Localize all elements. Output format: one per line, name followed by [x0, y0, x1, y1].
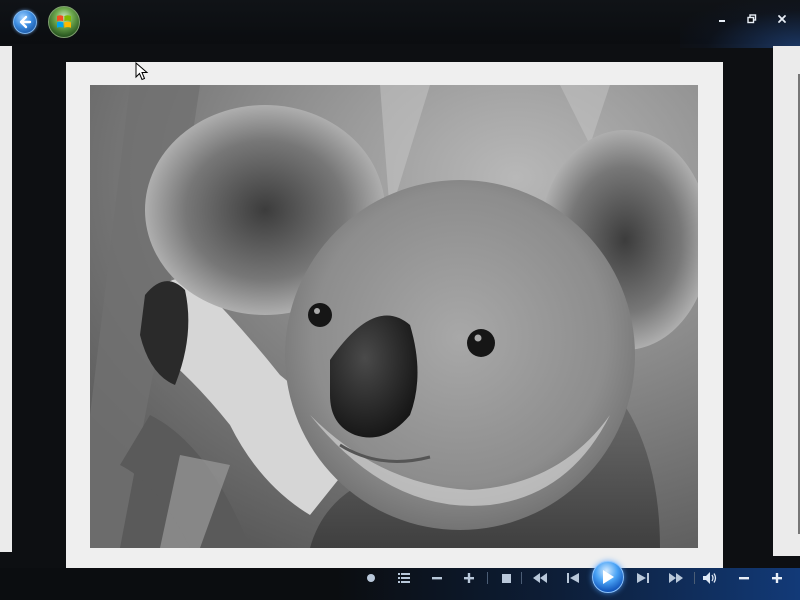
rewind-button[interactable] — [531, 568, 549, 588]
koala-image — [90, 85, 698, 548]
volume-down-icon — [739, 577, 749, 580]
restore-button[interactable] — [742, 10, 762, 28]
minimize-button[interactable] — [712, 10, 732, 28]
next-button[interactable] — [635, 568, 651, 588]
mouse-cursor-icon — [135, 62, 149, 81]
restore-icon — [747, 14, 757, 24]
volume-down-button[interactable] — [737, 568, 751, 588]
play-button[interactable] — [592, 561, 624, 593]
playback-control-bar — [0, 568, 800, 600]
previous-button[interactable] — [565, 568, 581, 588]
previous-slide-preview[interactable] — [0, 46, 12, 552]
play-icon — [603, 570, 614, 584]
back-button[interactable] — [13, 10, 37, 34]
previous-icon — [567, 573, 579, 583]
start-button[interactable] — [48, 6, 80, 38]
fast-forward-icon — [669, 573, 683, 583]
settings-button[interactable] — [396, 568, 412, 588]
separator — [521, 572, 522, 584]
minimize-icon — [719, 20, 725, 22]
slideshow-icon — [367, 574, 375, 582]
window-controls — [712, 10, 792, 28]
volume-icon — [703, 572, 717, 584]
rewind-icon — [533, 573, 547, 583]
photo-frame — [66, 62, 723, 570]
fast-forward-button[interactable] — [667, 568, 685, 588]
zoom-in-button[interactable] — [462, 568, 476, 588]
volume-up-button[interactable] — [770, 568, 784, 588]
koala-photo — [90, 85, 698, 548]
separator — [487, 572, 488, 584]
slideshow-button[interactable] — [364, 568, 378, 588]
next-icon — [637, 573, 649, 583]
title-bar — [0, 0, 800, 48]
next-slide-preview[interactable] — [773, 46, 800, 556]
settings-icon — [398, 573, 410, 583]
zoom-in-icon — [464, 573, 474, 583]
windows-start-orb-icon — [57, 15, 71, 28]
stop-icon — [501, 573, 511, 583]
volume-up-icon — [772, 573, 782, 583]
zoom-out-button[interactable] — [430, 568, 444, 588]
separator — [694, 572, 695, 584]
back-arrow-icon — [19, 15, 32, 29]
close-icon — [778, 15, 786, 23]
stop-button[interactable] — [499, 568, 513, 588]
close-button[interactable] — [772, 10, 792, 28]
zoom-out-icon — [432, 577, 442, 580]
volume-button[interactable] — [702, 568, 720, 588]
